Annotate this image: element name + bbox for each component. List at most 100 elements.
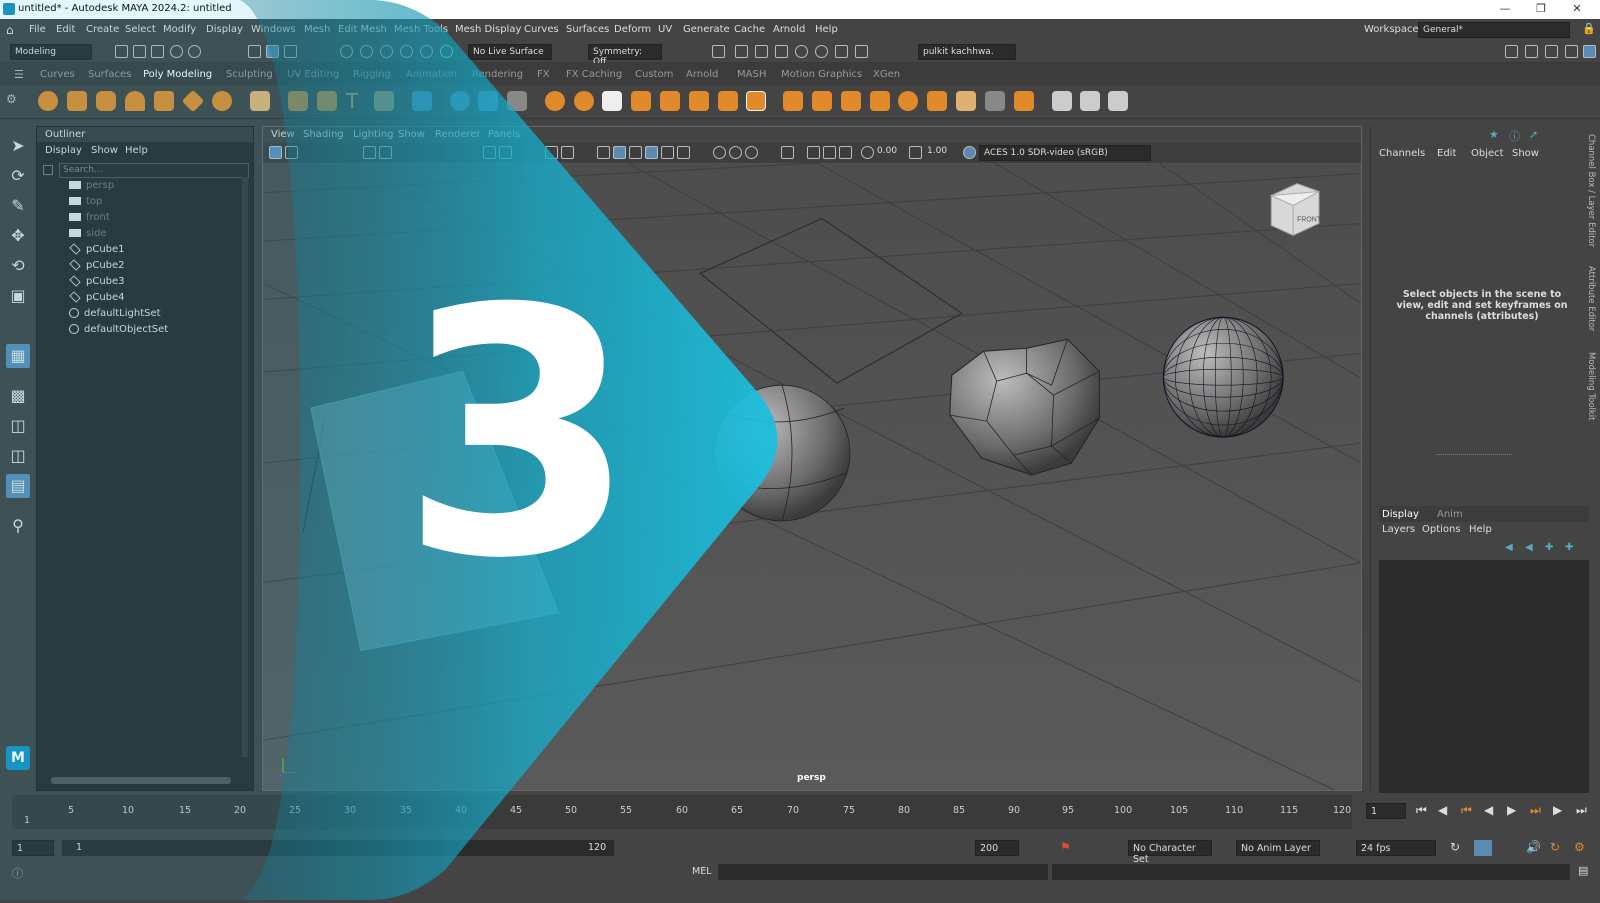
user-account-button[interactable]: pulkit kachhwa. <box>918 44 1016 60</box>
ambient-occlusion-icon[interactable] <box>713 146 726 159</box>
side-tab-attribute-editor[interactable]: Attribute Editor <box>1586 266 1596 331</box>
combine-icon[interactable] <box>450 91 470 111</box>
undo-icon[interactable] <box>170 45 183 58</box>
filter-icon[interactable] <box>43 165 53 175</box>
bridge-icon[interactable] <box>660 91 680 111</box>
poly-cylinder-icon[interactable] <box>96 91 116 111</box>
outliner-perspective-layout-icon[interactable]: ▤ <box>6 474 30 498</box>
two-pane-layout-icon[interactable]: ◫ <box>6 414 30 438</box>
extrude-icon[interactable] <box>631 91 651 111</box>
viewport-menu-lighting[interactable]: Lighting <box>353 129 393 140</box>
play-forwards-icon[interactable]: ▶ <box>1507 803 1516 817</box>
step-forward-key-icon[interactable]: ⏭ <box>1530 803 1541 818</box>
isolate-select-icon[interactable] <box>781 146 794 159</box>
lasso-tool-icon[interactable]: ⟳ <box>6 164 30 188</box>
go-to-end-icon[interactable]: ⏭ <box>1576 803 1587 818</box>
shelf-tab-poly-modeling[interactable]: Poly Modeling <box>143 69 212 80</box>
channel-box-toggle-icon[interactable]: ★ <box>1489 128 1499 141</box>
poly-cone-icon[interactable] <box>125 91 145 111</box>
shelf-tab-rendering[interactable]: Rendering <box>472 69 523 80</box>
home-icon[interactable]: ⌂ <box>6 23 14 37</box>
current-frame-field[interactable]: 1 <box>1366 803 1406 819</box>
safe-action-icon[interactable] <box>561 146 574 159</box>
menu-windows[interactable]: Windows <box>251 24 296 35</box>
loop-icon[interactable]: ↻ <box>1450 840 1460 854</box>
live-surface-field[interactable]: No Live Surface <box>468 44 552 60</box>
outliner-item-front[interactable]: front <box>69 212 110 227</box>
shelf-tab-custom[interactable]: Custom <box>635 69 673 80</box>
move-tool-icon[interactable]: ✥ <box>6 224 30 248</box>
menu-select[interactable]: Select <box>125 24 156 35</box>
gamma-icon[interactable] <box>909 146 922 159</box>
svg-tool-icon[interactable] <box>374 91 394 111</box>
new-scene-icon[interactable] <box>115 45 128 58</box>
sound-icon[interactable]: 🔊 <box>1526 840 1541 854</box>
outliner-horizontal-scrollbar[interactable] <box>51 777 231 784</box>
open-scene-icon[interactable] <box>133 45 146 58</box>
viewport-menu-panels[interactable]: Panels <box>488 129 520 140</box>
snap-curve-icon[interactable] <box>360 45 373 58</box>
append-polygon-icon[interactable] <box>718 91 738 111</box>
platonic-solid-icon[interactable] <box>250 91 270 111</box>
auto-key-icon[interactable]: ⚑ <box>1060 840 1071 854</box>
shelf-tab-surfaces[interactable]: Surfaces <box>88 69 131 80</box>
tool-settings-icon[interactable] <box>1545 45 1558 58</box>
color-management-icon[interactable] <box>963 146 976 159</box>
time-slider[interactable]: 1 5 10 15 20 25 30 35 40 45 50 55 60 65 … <box>0 793 1600 831</box>
lights-icon[interactable] <box>661 146 674 159</box>
uv-automatic-icon[interactable] <box>1014 91 1034 111</box>
rotate-tool-icon[interactable]: ⟲ <box>6 254 30 278</box>
snap-surface-icon[interactable] <box>420 45 433 58</box>
outliner-item-pcube2[interactable]: pCube2 <box>69 259 125 275</box>
shelf-tab-motion-graphics[interactable]: Motion Graphics <box>781 69 862 80</box>
cache-playback-icon[interactable] <box>1474 840 1492 856</box>
render-setup-icon[interactable] <box>815 45 828 58</box>
range-slider-bar[interactable] <box>62 840 614 856</box>
poly-disc-icon[interactable] <box>212 91 232 111</box>
type-tool-icon[interactable]: T <box>346 91 366 111</box>
outliner-item-pcube4[interactable]: pCube4 <box>69 291 125 307</box>
script-editor-icon[interactable]: ▤ <box>1578 864 1588 877</box>
bevel-icon[interactable] <box>689 91 709 111</box>
channel-menu-object[interactable]: Object <box>1471 148 1504 159</box>
menu-file[interactable]: File <box>29 24 46 35</box>
menu-curves[interactable]: Curves <box>524 24 559 35</box>
new-layer-from-selection-icon[interactable]: ✚ <box>1565 542 1573 553</box>
resolution-gate-icon[interactable] <box>545 146 558 159</box>
outliner-item-defaultlightset[interactable]: defaultLightSet <box>69 308 161 323</box>
menu-edit[interactable]: Edit <box>56 24 75 35</box>
layer-list[interactable] <box>1379 560 1589 818</box>
xray-icon[interactable] <box>807 146 820 159</box>
maya-logo-icon[interactable]: M <box>6 746 30 770</box>
animation-start-field[interactable]: 1 <box>12 840 54 856</box>
outliner-menu-help[interactable]: Help <box>125 145 148 156</box>
scale-tool-icon[interactable]: ▣ <box>6 284 30 308</box>
textured-icon[interactable] <box>645 146 658 159</box>
offset-edge-loop-icon[interactable] <box>841 91 861 111</box>
step-back-frame-icon[interactable]: ◀ <box>1438 803 1447 817</box>
outliner-layout-icon[interactable]: ◫ <box>6 444 30 468</box>
shelf-tab-animation[interactable]: Animation <box>406 69 457 80</box>
select-by-hierarchy-icon[interactable] <box>248 45 261 58</box>
separate-icon[interactable] <box>478 91 498 111</box>
menu-create[interactable]: Create <box>86 24 119 35</box>
outliner-item-side[interactable]: side <box>69 228 107 243</box>
workspace-select[interactable]: General* <box>1418 22 1570 38</box>
step-back-key-icon[interactable]: ⏮ <box>1461 803 1472 818</box>
insert-edge-loop-icon[interactable] <box>812 91 832 111</box>
layer-menu-options[interactable]: Options <box>1422 524 1461 535</box>
new-empty-layer-icon[interactable]: ✚ <box>1545 542 1553 553</box>
menu-help[interactable]: Help <box>815 24 838 35</box>
image-plane-icon[interactable] <box>363 146 376 159</box>
redo-icon[interactable] <box>188 45 201 58</box>
render-view-icon[interactable] <box>712 45 725 58</box>
menu-set-select[interactable]: Modeling <box>10 44 92 60</box>
animation-end-field[interactable]: 200 <box>975 840 1019 856</box>
viewport-menu-show[interactable]: Show <box>398 129 425 140</box>
save-scene-icon[interactable] <box>151 45 164 58</box>
render-frame-icon[interactable] <box>735 45 748 58</box>
menu-surfaces[interactable]: Surfaces <box>566 24 609 35</box>
menu-cache[interactable]: Cache <box>734 24 765 35</box>
film-gate-icon[interactable] <box>499 146 512 159</box>
outliner-vertical-scrollbar[interactable] <box>242 177 248 757</box>
